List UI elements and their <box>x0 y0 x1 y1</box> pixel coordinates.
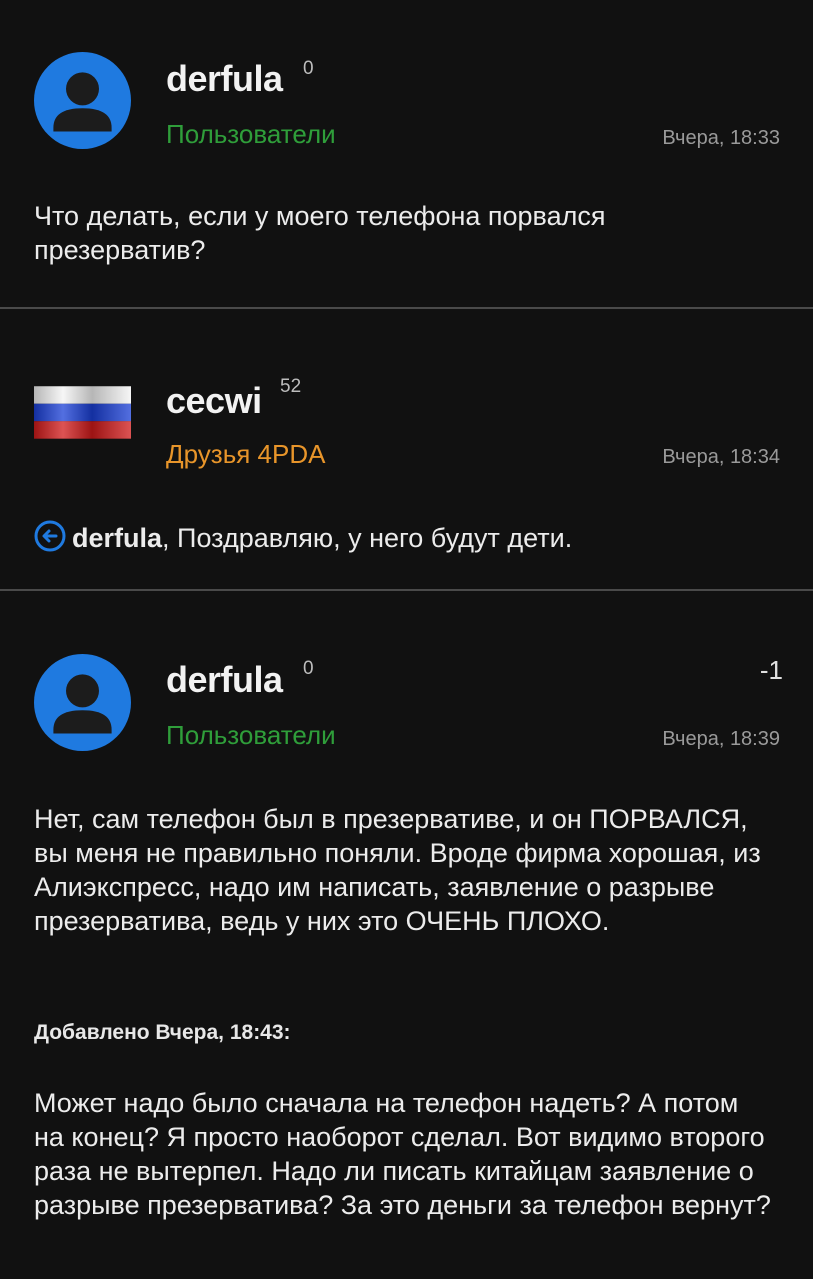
default-avatar-icon[interactable] <box>34 654 131 751</box>
post-divider <box>0 307 813 309</box>
mention-username[interactable]: derfula <box>72 523 162 553</box>
reply-text: , Поздравляю, у него будут дети. <box>162 523 573 553</box>
post-divider <box>0 589 813 591</box>
post-time: Вчера, 18:39 <box>662 728 780 750</box>
default-avatar-icon[interactable] <box>34 52 131 149</box>
username[interactable]: cecwi <box>166 380 262 422</box>
username[interactable]: derfula <box>166 659 283 701</box>
post-rating[interactable]: -1 <box>760 655 783 686</box>
post-text: Что делать, если у моего телефона порвал… <box>34 201 606 265</box>
reputation-count: 52 <box>280 376 302 397</box>
reputation-count: 0 <box>303 658 314 679</box>
post-time: Вчера, 18:33 <box>662 127 780 149</box>
added-timestamp-label: Добавлено Вчера, 18:43: <box>34 1021 291 1044</box>
reputation-count: 0 <box>303 58 314 79</box>
user-group: Пользователи <box>166 119 336 149</box>
user-group: Друзья 4PDA <box>166 439 326 469</box>
post-text: derfula, Поздравляю, у него будут дети. <box>34 520 773 555</box>
quote-back-arrow-icon[interactable] <box>34 520 66 552</box>
user-group: Пользователи <box>166 720 336 750</box>
post-text-added: Может надо было сначала на телефон надет… <box>34 1088 771 1220</box>
russian-flag-avatar[interactable] <box>34 363 131 460</box>
post-time: Вчера, 18:34 <box>662 446 780 468</box>
post-text: Нет, сам телефон был в презервативе, и о… <box>34 804 761 936</box>
username[interactable]: derfula <box>166 58 283 100</box>
